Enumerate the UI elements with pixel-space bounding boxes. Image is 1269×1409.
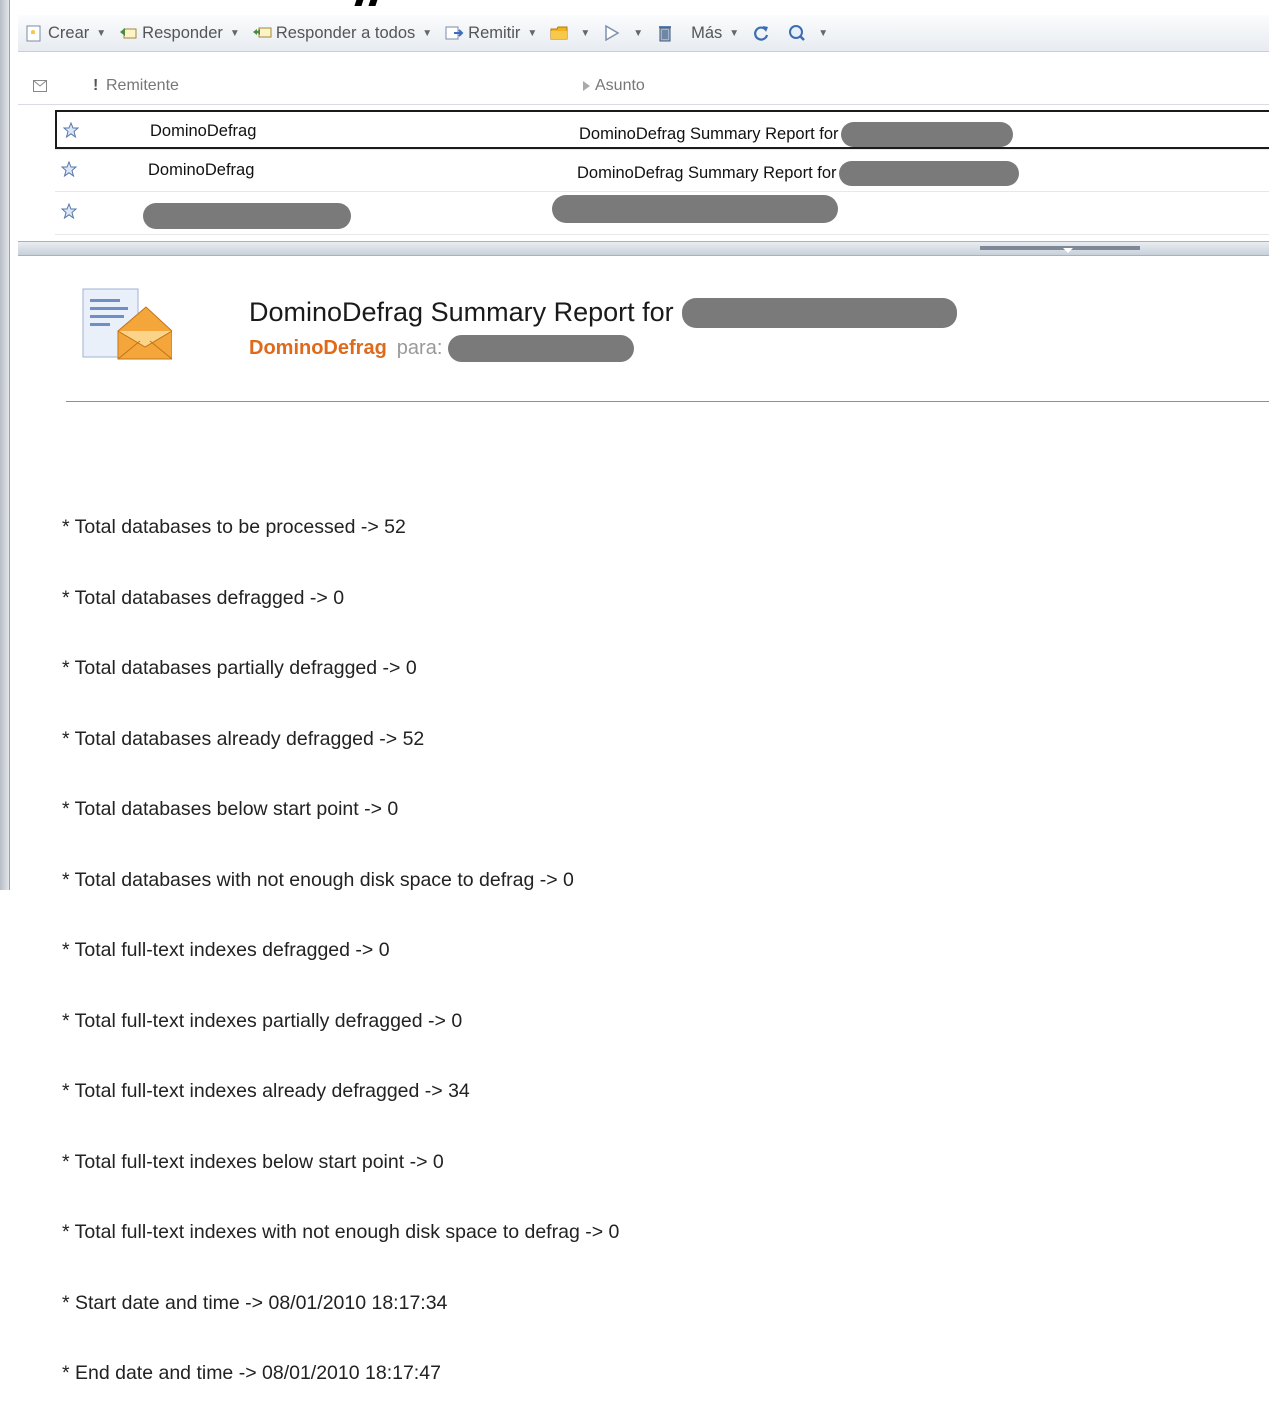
preview-subject: DominoDefrag Summary Report for	[249, 297, 957, 328]
subject-cell: DominoDefrag Summary Report for	[579, 122, 1013, 147]
body-line: * Total full-text indexes defragged -> 0	[62, 939, 390, 961]
create-label: Crear	[48, 23, 90, 42]
sender-name: DominoDefrag	[150, 122, 257, 140]
trash-icon	[659, 26, 672, 42]
new-memo-icon	[26, 25, 41, 42]
redaction-bar	[681, 297, 957, 328]
reply-icon	[120, 28, 137, 39]
list-item[interactable]	[55, 193, 1269, 232]
body-line: * Total databases partially defragged ->…	[62, 657, 417, 679]
reply-button[interactable]: Responder ▼	[112, 18, 246, 48]
sender-link[interactable]: DominoDefrag	[249, 337, 387, 360]
body-line: * Total full-text indexes below start po…	[62, 1150, 444, 1173]
body-line: * End date and time -> 08/01/2010 18:17:…	[62, 1362, 441, 1384]
body-line: * Total databases below start point -> 0	[62, 798, 399, 820]
pane-splitter[interactable]	[18, 241, 1269, 256]
star-icon[interactable]	[63, 122, 79, 138]
follow-up-flag-icon	[605, 24, 620, 42]
star-icon[interactable]	[61, 203, 77, 219]
sender-column-header[interactable]: Remitente	[106, 77, 179, 95]
preview-subject-text: DominoDefrag Summary Report for	[249, 297, 674, 327]
body-line: * Start date and time -> 08/01/2010 18:1…	[62, 1291, 448, 1314]
refresh-icon	[754, 26, 769, 41]
body-line: * Total full-text indexes partially defr…	[62, 1009, 463, 1032]
action-toolbar: Crear ▼ Responder ▼ Responder a todos ▼ …	[18, 15, 1269, 52]
body-line: * Total full-text indexes with not enoug…	[62, 1221, 620, 1243]
message-list-header: ! Remitente Asunto	[18, 70, 1269, 105]
preview-from-line: DominoDefrag para:	[249, 335, 635, 362]
star-icon[interactable]	[61, 161, 77, 177]
message-body: * Total databases to be processed -> 52 …	[62, 469, 619, 1409]
header-divider	[66, 401, 1269, 402]
body-line: * Total databases with not enough disk s…	[62, 868, 574, 891]
sender-name: DominoDefrag	[148, 161, 255, 179]
redacted-subject	[552, 195, 838, 223]
body-line: * Total databases to be processed -> 52	[62, 516, 406, 538]
chevron-down-icon[interactable]: ▼	[422, 28, 432, 39]
collapse-arrow-icon[interactable]	[1063, 248, 1073, 253]
forward-button[interactable]: Remitir ▼	[438, 18, 543, 48]
more-menu-button[interactable]: Más ▼	[685, 18, 745, 48]
forward-label: Remitir	[468, 23, 521, 42]
move-to-folder-button[interactable]: ▼	[543, 18, 596, 48]
create-button[interactable]: Crear ▼	[18, 18, 112, 48]
mail-message-icon	[82, 288, 172, 360]
splitter-handle[interactable]	[980, 246, 1140, 250]
subject-cell: DominoDefrag Summary Report for	[577, 161, 1019, 186]
chevron-down-icon[interactable]: ▼	[96, 28, 106, 39]
chevron-down-icon[interactable]: ▼	[633, 28, 643, 39]
envelope-icon[interactable]	[33, 80, 47, 92]
list-item[interactable]: DominoDefrag DominoDefrag Summary Report…	[55, 110, 1269, 149]
search-icon	[789, 25, 806, 41]
subject-column-header[interactable]: Asunto	[595, 77, 645, 95]
reply-all-button[interactable]: Responder a todos ▼	[246, 18, 438, 48]
delete-button[interactable]	[649, 18, 685, 48]
body-line: * Total databases defragged -> 0	[62, 586, 345, 609]
importance-column-icon[interactable]: !	[93, 77, 98, 95]
search-button[interactable]: ▼	[781, 18, 834, 48]
subject-text: DominoDefrag Summary Report for	[579, 125, 839, 143]
forward-icon	[445, 26, 464, 40]
sort-triangle-icon[interactable]	[583, 81, 590, 91]
follow-up-button[interactable]: ▼	[596, 18, 649, 48]
redaction-bar	[838, 161, 1019, 186]
to-label: para:	[396, 337, 443, 359]
body-line: * Total full-text indexes already defrag…	[62, 1080, 470, 1102]
subject-text: DominoDefrag Summary Report for	[577, 164, 837, 182]
cropped-title-glyph	[354, 0, 388, 8]
window-left-edge	[0, 0, 10, 890]
more-label: Más	[691, 23, 723, 42]
redacted-sender	[143, 203, 351, 229]
chevron-down-icon[interactable]: ▼	[230, 28, 240, 39]
row-divider	[55, 234, 1269, 235]
reply-label: Responder	[142, 23, 223, 42]
body-line: * Total databases already defragged -> 5…	[62, 727, 425, 750]
row-divider	[55, 149, 1269, 150]
reply-all-icon	[252, 27, 272, 38]
chevron-down-icon[interactable]: ▼	[527, 28, 537, 39]
redacted-recipient	[448, 335, 635, 362]
chevron-down-icon[interactable]: ▼	[729, 28, 739, 39]
chevron-down-icon[interactable]: ▼	[580, 28, 590, 39]
redaction-bar	[840, 122, 1013, 147]
chevron-down-icon[interactable]: ▼	[818, 28, 828, 39]
list-item[interactable]: DominoDefrag DominoDefrag Summary Report…	[55, 151, 1269, 190]
reply-all-label: Responder a todos	[275, 23, 416, 42]
refresh-button[interactable]	[745, 18, 781, 48]
folder-icon	[550, 26, 568, 40]
row-divider	[55, 191, 1269, 192]
